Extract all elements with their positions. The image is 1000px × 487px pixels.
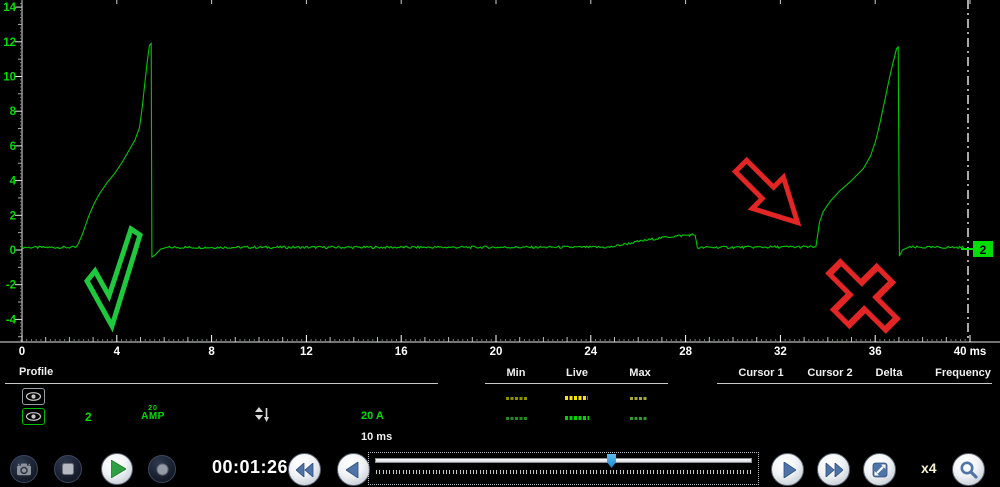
profile-label: Profile [19,366,53,378]
left-arrow-icon [346,462,359,478]
rewind-button[interactable] [288,453,321,486]
right-arrow-icon [783,462,796,478]
separator-line [5,383,438,384]
svg-text:8: 8 [10,106,17,118]
play-button[interactable] [101,453,133,485]
current-clamp-probe-icon[interactable]: 20 AMP [137,405,169,422]
svg-text:12: 12 [300,346,313,358]
step-forward-button[interactable] [771,453,804,486]
channel-1-visibility-toggle[interactable] [22,388,45,405]
svg-text:2: 2 [10,210,16,222]
record-icon [156,463,169,476]
eye-icon [25,391,42,402]
slider-thumb[interactable] [607,454,616,468]
svg-text:4: 4 [10,176,17,188]
column-header-live: Live [566,367,588,379]
step-back-button[interactable] [337,453,370,486]
channel-number: 2 [85,410,92,424]
cross-annotation [813,246,912,345]
svg-text:-4: -4 [6,314,17,326]
min-value-dashes [506,417,527,420]
snapshot-button[interactable] [10,455,38,483]
max-value-dashes [630,397,648,400]
elapsed-time-display: 00:01:264 [212,457,299,478]
svg-text:0: 0 [19,346,25,358]
slider-track[interactable] [375,458,752,463]
eye-icon [25,411,42,422]
max-value-dashes [630,417,648,420]
column-header-cursor1: Cursor 1 [738,367,783,379]
check-annotation [87,229,140,326]
svg-text:4: 4 [114,346,121,358]
svg-text:20: 20 [490,346,503,358]
column-header-frequency: Frequency [935,367,991,379]
fit-screen-button[interactable] [863,453,896,486]
zoom-factor-label: x4 [921,460,937,476]
fast-forward-button[interactable] [817,453,850,486]
channel-2-visibility-toggle[interactable] [22,408,45,425]
separator-line [717,383,992,384]
column-header-max: Max [629,367,650,379]
waveform-trace [22,44,965,257]
stop-button[interactable] [54,455,82,483]
channel-range-label: 20 A [361,410,384,422]
svg-text:32: 32 [774,346,787,358]
scope-recorder-app: 14121086420-2-40481216202428323640 ms2 P… [0,0,1000,487]
slider-tick-marks [376,470,753,475]
camera-icon [16,463,32,476]
zoom-button[interactable] [952,453,985,486]
sort-scale-icon[interactable] [254,406,270,428]
svg-text:-2: -2 [6,280,16,292]
svg-text:36: 36 [869,346,882,358]
svg-text:24: 24 [584,346,597,358]
record-button[interactable] [148,455,176,483]
double-right-arrow-icon [825,463,843,477]
svg-text:28: 28 [679,346,692,358]
waveform-chart: 14121086420-2-40481216202428323640 ms2 [0,0,1000,362]
timebase-label: 10 ms [361,431,392,443]
resize-icon [871,461,889,479]
playback-position-slider[interactable] [368,452,759,485]
play-icon [111,460,126,478]
svg-text:40 ms: 40 ms [954,346,987,358]
min-value-dashes [506,397,527,400]
column-header-min: Min [507,367,526,379]
svg-text:8: 8 [208,346,215,358]
svg-text:12: 12 [3,37,16,49]
svg-text:10: 10 [3,72,16,84]
svg-text:16: 16 [395,346,408,358]
live-value-dashes [565,396,588,400]
column-header-cursor2: Cursor 2 [807,367,852,379]
y-axis: 14 12 10 8 6 4 2 0 -2 -4 [3,0,22,342]
magnifier-icon [959,460,978,479]
column-header-delta: Delta [876,367,903,379]
double-left-arrow-icon [296,463,314,477]
svg-text:0: 0 [10,245,16,257]
svg-text:2: 2 [980,243,987,257]
channel-2-badge[interactable]: 2 [961,241,993,257]
live-value-dashes [565,416,589,420]
svg-text:6: 6 [10,141,16,153]
stop-icon [62,463,74,475]
separator-line [485,383,668,384]
arrow-annotation [725,150,813,238]
svg-text:14: 14 [3,2,16,14]
x-axis: 0481216202428323640 ms [0,0,1000,358]
